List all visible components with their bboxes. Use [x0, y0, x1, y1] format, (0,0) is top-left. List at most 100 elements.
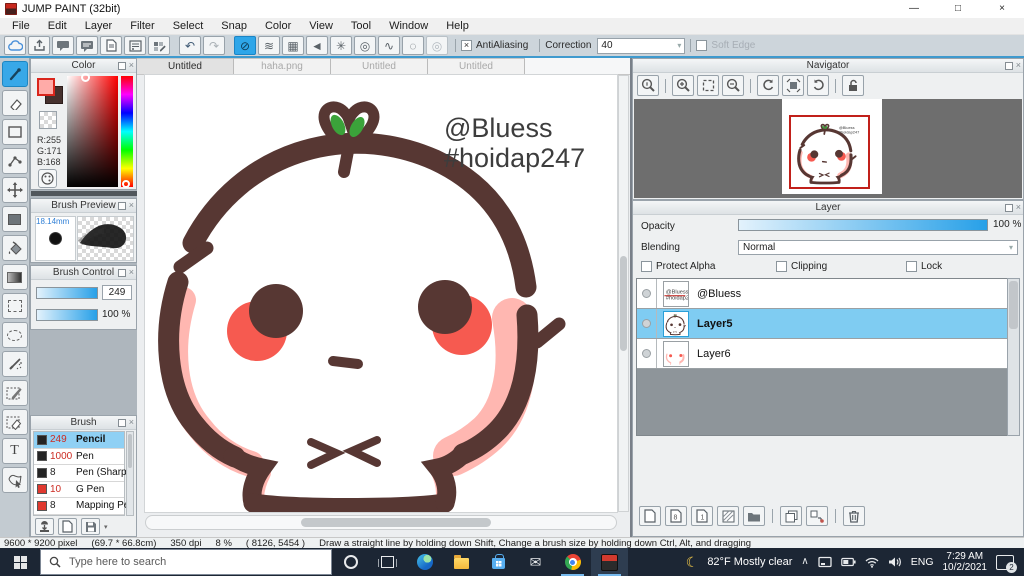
hue-bar[interactable]: [121, 76, 133, 188]
brush-list-scrollbar[interactable]: [126, 431, 134, 516]
file-explorer-button[interactable]: [443, 548, 480, 576]
undo-icon[interactable]: ↶: [179, 36, 201, 55]
bucket-tool[interactable]: [1, 235, 28, 261]
opacity-slider[interactable]: [738, 219, 988, 231]
eraser-tool[interactable]: [1, 90, 28, 116]
wifi-icon[interactable]: [865, 557, 879, 568]
close-button[interactable]: ×: [980, 0, 1024, 18]
edge-button[interactable]: [406, 548, 443, 576]
protect-alpha-checkbox[interactable]: [641, 261, 652, 272]
menu-select[interactable]: Select: [164, 20, 213, 32]
new-1bit-layer-button[interactable]: 1: [691, 506, 713, 526]
text-tool[interactable]: T: [1, 438, 28, 464]
cloud-icon[interactable]: [4, 36, 26, 55]
reset-rotation-icon[interactable]: [782, 75, 804, 96]
new-folder-button[interactable]: [743, 506, 765, 526]
rect-select-tool[interactable]: [1, 293, 28, 319]
brush-size-value[interactable]: 249: [102, 285, 132, 300]
menu-help[interactable]: Help: [437, 20, 478, 32]
scatter-lines-icon[interactable]: ≋: [258, 36, 280, 55]
tray-chevron-up-icon[interactable]: ∧: [801, 557, 808, 567]
close-icon[interactable]: ×: [129, 418, 134, 427]
start-button[interactable]: [0, 548, 40, 576]
gradient-tool[interactable]: [1, 264, 28, 290]
rotate-left-icon[interactable]: [757, 75, 779, 96]
menu-filter[interactable]: Filter: [121, 20, 163, 32]
canvas-tab-haha-png[interactable]: haha.png: [234, 58, 331, 74]
zoom-in-icon[interactable]: [672, 75, 694, 96]
transfer-layer-button[interactable]: [806, 506, 828, 526]
sv-indicator[interactable]: [81, 73, 90, 82]
navigator-preview[interactable]: [634, 99, 1022, 198]
layer-visibility-toggle[interactable]: [637, 309, 657, 338]
brush-item-pen[interactable]: 1000 Pen: [34, 448, 124, 465]
new-8bit-layer-button[interactable]: 8: [665, 506, 687, 526]
comment-box-icon[interactable]: [76, 36, 98, 55]
clipping-checkbox[interactable]: [776, 261, 787, 272]
foreground-color-swatch[interactable]: [37, 78, 55, 96]
layer-visibility-toggle[interactable]: [637, 279, 657, 308]
brush-size-slider[interactable]: [36, 287, 98, 299]
task-view-button[interactable]: [369, 548, 406, 576]
menu-snap[interactable]: Snap: [212, 20, 256, 32]
correction-dropdown[interactable]: 40 ▾: [597, 37, 686, 54]
navigator-view-rect[interactable]: [789, 115, 870, 189]
notification-center-icon[interactable]: 2: [996, 554, 1017, 573]
brush-item-g-pen[interactable]: 10 G Pen: [34, 481, 124, 498]
dashed-circle-icon[interactable]: ◌: [402, 36, 424, 55]
shape-rect-tool[interactable]: [1, 119, 28, 145]
perspective-cone-icon[interactable]: ◄: [306, 36, 328, 55]
lock-checkbox[interactable]: [906, 261, 917, 272]
save-brush-button[interactable]: [81, 518, 100, 535]
fit-screen-icon[interactable]: [697, 75, 719, 96]
store-button[interactable]: [480, 548, 517, 576]
close-icon[interactable]: ×: [129, 201, 134, 210]
vscroll-thumb[interactable]: [620, 256, 627, 351]
soft-edge-checkbox[interactable]: [696, 40, 708, 51]
shape-select-tool[interactable]: [1, 467, 28, 493]
popout-icon[interactable]: [117, 61, 126, 70]
close-icon[interactable]: ×: [1016, 203, 1021, 212]
hscroll-thumb[interactable]: [301, 518, 491, 527]
magic-wand-tool[interactable]: [1, 351, 28, 377]
weather-moon-icon[interactable]: ☾: [686, 555, 699, 569]
maximize-button[interactable]: □: [936, 0, 980, 18]
touchpad-icon[interactable]: [818, 556, 832, 568]
canvas-page[interactable]: @Bluess #hoidap247: [145, 75, 617, 512]
panel-resize-handle[interactable]: [31, 191, 138, 196]
unlock-icon[interactable]: [842, 75, 864, 96]
close-icon[interactable]: ×: [129, 268, 134, 277]
brush-item-mapping-pen[interactable]: 8 Mapping Pe: [34, 498, 129, 515]
menu-color[interactable]: Color: [256, 20, 300, 32]
close-icon[interactable]: ×: [129, 61, 134, 70]
polyline-tool[interactable]: [1, 148, 28, 174]
popout-icon[interactable]: [1004, 203, 1013, 212]
grid-edit-icon[interactable]: [148, 36, 170, 55]
transparent-color-swatch[interactable]: [39, 111, 57, 129]
menu-edit[interactable]: Edit: [39, 20, 76, 32]
zoom-actual-icon[interactable]: [637, 75, 659, 96]
taskbar-search[interactable]: Type here to search: [40, 549, 332, 575]
weather-text[interactable]: 82°F Mostly clear: [707, 556, 792, 568]
close-icon[interactable]: ×: [1016, 61, 1021, 70]
layer-list-scrollbar[interactable]: [1007, 278, 1020, 436]
brush-tool[interactable]: [1, 61, 28, 87]
battery-icon[interactable]: [840, 557, 856, 567]
canvas-viewport[interactable]: @Bluess #hoidap247: [137, 75, 630, 537]
language-indicator[interactable]: ENG: [911, 556, 934, 568]
rotate-right-icon[interactable]: [807, 75, 829, 96]
antialiasing-checkbox[interactable]: ×: [461, 40, 472, 51]
no-correction-icon[interactable]: ⊘: [234, 36, 256, 55]
delete-layer-button[interactable]: [843, 506, 865, 526]
canvas-tab-untitled-2[interactable]: Untitled: [331, 58, 428, 74]
menu-window[interactable]: Window: [380, 20, 437, 32]
layer-row-bluess[interactable]: @Bluess: [637, 279, 1007, 309]
canvas-horizontal-scrollbar[interactable]: [145, 515, 617, 530]
export-icon[interactable]: [28, 36, 50, 55]
palette-button[interactable]: [38, 169, 57, 188]
popout-icon[interactable]: [117, 201, 126, 210]
brush-opacity-slider[interactable]: [36, 309, 98, 321]
chevron-down-icon[interactable]: ▾: [104, 523, 108, 531]
clock[interactable]: 7:29 AM 10/2/2021: [943, 551, 988, 574]
speaker-icon[interactable]: [888, 556, 902, 568]
